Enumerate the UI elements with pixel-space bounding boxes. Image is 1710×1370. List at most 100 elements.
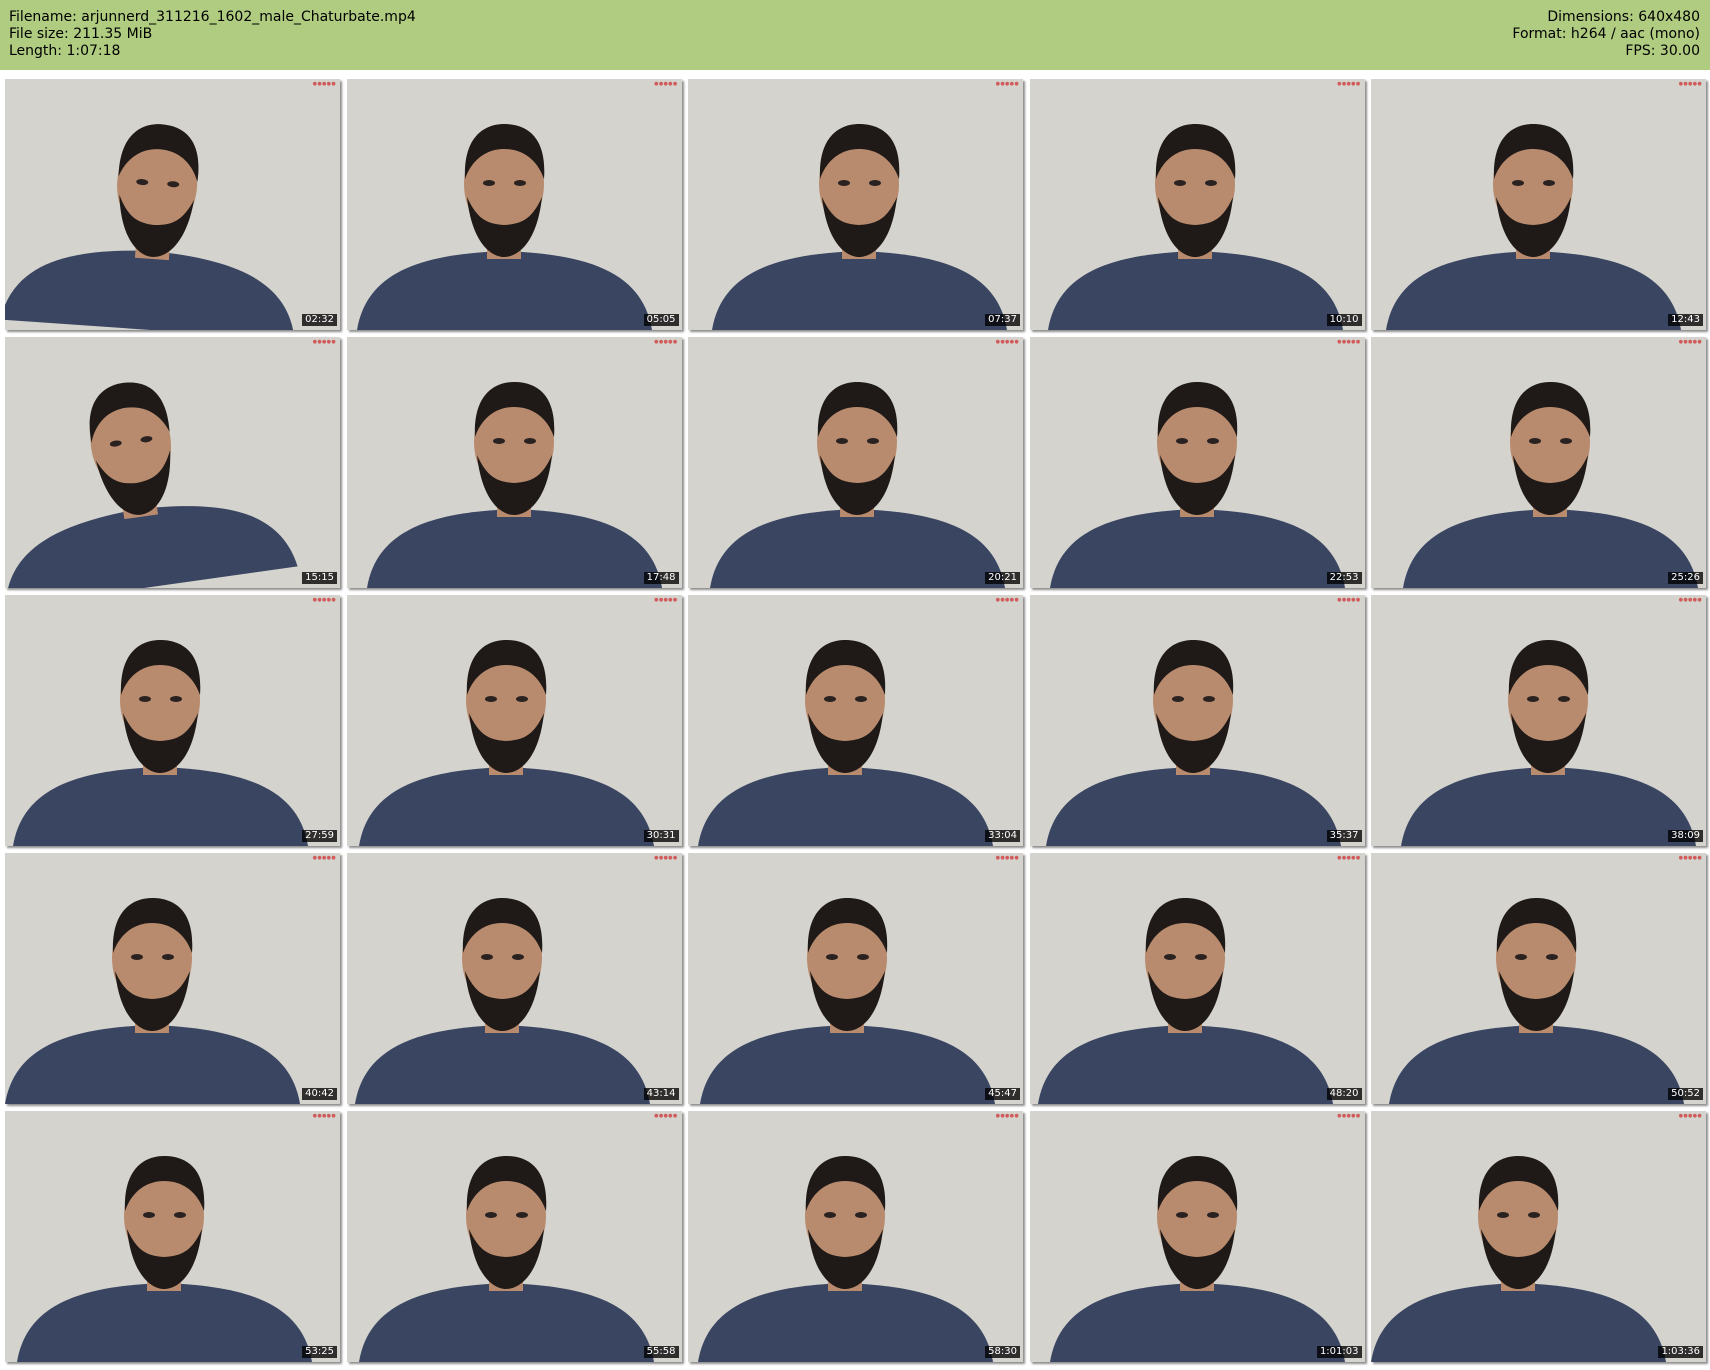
video-thumbnail: ●●●●● 53:25: [5, 1111, 340, 1362]
watermark: ●●●●●: [995, 81, 1019, 87]
video-thumbnail: ●●●●● 02:32: [5, 79, 340, 330]
timestamp-label: 20:21: [985, 572, 1020, 584]
frame-image: [1029, 1111, 1365, 1362]
video-thumbnail: ●●●●● 1:01:03: [1029, 1111, 1365, 1362]
watermark: ●●●●●: [1337, 855, 1361, 861]
video-thumbnail: ●●●●● 45:47: [688, 853, 1023, 1104]
video-thumbnail: ●●●●● 40:42: [5, 853, 340, 1104]
frame-image: [688, 853, 1023, 1104]
video-thumbnail: ●●●●● 20:21: [688, 337, 1023, 588]
frame-image: [1371, 79, 1706, 330]
watermark: ●●●●●: [995, 339, 1019, 345]
video-thumbnail: ●●●●● 35:37: [1029, 595, 1365, 846]
video-thumbnail: ●●●●● 17:48: [346, 337, 682, 588]
stream-info: Dimensions: 640x480 Format: h264 / aac (…: [1512, 9, 1700, 60]
watermark: ●●●●●: [312, 597, 336, 603]
timestamp-label: 25:26: [1668, 572, 1703, 584]
watermark: ●●●●●: [1678, 81, 1702, 87]
info-header: Filename: arjunnerd_311216_1602_male_Cha…: [0, 0, 1710, 70]
video-thumbnail: ●●●●● 1:03:36: [1371, 1111, 1706, 1362]
timestamp-label: 33:04: [985, 830, 1020, 842]
dimensions-line: Dimensions: 640x480: [1547, 9, 1700, 25]
watermark: ●●●●●: [1337, 339, 1361, 345]
frame-image: [5, 595, 340, 846]
frame-image: [5, 1111, 340, 1362]
filename-line: Filename: arjunnerd_311216_1602_male_Cha…: [9, 9, 416, 25]
frame-image: [1029, 595, 1365, 846]
video-thumbnail: ●●●●● 05:05: [346, 79, 682, 330]
filesize-line: File size: 211.35 MiB: [9, 26, 153, 42]
watermark: ●●●●●: [1337, 81, 1361, 87]
watermark: ●●●●●: [1678, 855, 1702, 861]
frame-image: [688, 337, 1023, 588]
frame-image: [688, 79, 1023, 330]
video-thumbnail: ●●●●● 43:14: [346, 853, 682, 1104]
frame-image: [1029, 853, 1365, 1104]
timestamp-label: 30:31: [643, 830, 679, 842]
video-thumbnail: ●●●●● 15:15: [5, 337, 340, 588]
fps-line: FPS: 30.00: [1625, 43, 1700, 59]
frame-image: [5, 337, 340, 588]
timestamp-label: 17:48: [643, 572, 679, 584]
timestamp-label: 43:14: [643, 1088, 679, 1100]
timestamp-label: 1:01:03: [1316, 1346, 1362, 1358]
frame-image: [346, 853, 682, 1104]
video-thumbnail: ●●●●● 33:04: [688, 595, 1023, 846]
timestamp-label: 48:20: [1326, 1088, 1362, 1100]
frame-image: [1029, 337, 1365, 588]
video-thumbnail: ●●●●● 25:26: [1371, 337, 1706, 588]
watermark: ●●●●●: [312, 855, 336, 861]
watermark: ●●●●●: [312, 1113, 336, 1119]
frame-image: [688, 595, 1023, 846]
timestamp-label: 58:30: [985, 1346, 1020, 1358]
timestamp-label: 35:37: [1326, 830, 1362, 842]
watermark: ●●●●●: [654, 339, 678, 345]
frame-image: [1371, 1111, 1706, 1362]
video-thumbnail: ●●●●● 50:52: [1371, 853, 1706, 1104]
frame-image: [5, 79, 340, 330]
watermark: ●●●●●: [1678, 1113, 1702, 1119]
watermark: ●●●●●: [654, 1113, 678, 1119]
watermark: ●●●●●: [654, 597, 678, 603]
watermark: ●●●●●: [995, 597, 1019, 603]
video-thumbnail: ●●●●● 30:31: [346, 595, 682, 846]
timestamp-label: 15:15: [302, 572, 337, 584]
video-thumbnail: ●●●●● 22:53: [1029, 337, 1365, 588]
thumbnail-grid: ●●●●● 02:32 ●●●●● 05:05 ●●●●● 07:37 ●●●●● 10:10…: [5, 79, 1706, 1362]
watermark: ●●●●●: [654, 81, 678, 87]
length-line: Length: 1:07:18: [9, 43, 121, 59]
timestamp-label: 1:03:36: [1658, 1346, 1703, 1358]
timestamp-label: 53:25: [302, 1346, 337, 1358]
video-thumbnail: ●●●●● 07:37: [688, 79, 1023, 330]
frame-image: [5, 853, 340, 1104]
format-line: Format: h264 / aac (mono): [1512, 26, 1700, 42]
video-thumbnail: ●●●●● 10:10: [1029, 79, 1365, 330]
timestamp-label: 05:05: [643, 314, 679, 326]
frame-image: [346, 595, 682, 846]
timestamp-label: 10:10: [1326, 314, 1362, 326]
watermark: ●●●●●: [995, 1113, 1019, 1119]
timestamp-label: 27:59: [302, 830, 337, 842]
video-thumbnail: ●●●●● 55:58: [346, 1111, 682, 1362]
video-thumbnail: ●●●●● 58:30: [688, 1111, 1023, 1362]
timestamp-label: 02:32: [302, 314, 337, 326]
video-thumbnail: ●●●●● 12:43: [1371, 79, 1706, 330]
timestamp-label: 40:42: [302, 1088, 337, 1100]
watermark: ●●●●●: [1678, 339, 1702, 345]
file-info: Filename: arjunnerd_311216_1602_male_Cha…: [9, 9, 416, 60]
watermark: ●●●●●: [1337, 597, 1361, 603]
video-thumbnail: ●●●●● 48:20: [1029, 853, 1365, 1104]
frame-image: [688, 1111, 1023, 1362]
video-thumbnail: ●●●●● 27:59: [5, 595, 340, 846]
timestamp-label: 55:58: [643, 1346, 679, 1358]
watermark: ●●●●●: [654, 855, 678, 861]
timestamp-label: 50:52: [1668, 1088, 1703, 1100]
timestamp-label: 45:47: [985, 1088, 1020, 1100]
timestamp-label: 38:09: [1668, 830, 1703, 842]
frame-image: [346, 79, 682, 330]
watermark: ●●●●●: [1678, 597, 1702, 603]
timestamp-label: 07:37: [985, 314, 1020, 326]
timestamp-label: 22:53: [1326, 572, 1362, 584]
frame-image: [346, 337, 682, 588]
watermark: ●●●●●: [312, 81, 336, 87]
